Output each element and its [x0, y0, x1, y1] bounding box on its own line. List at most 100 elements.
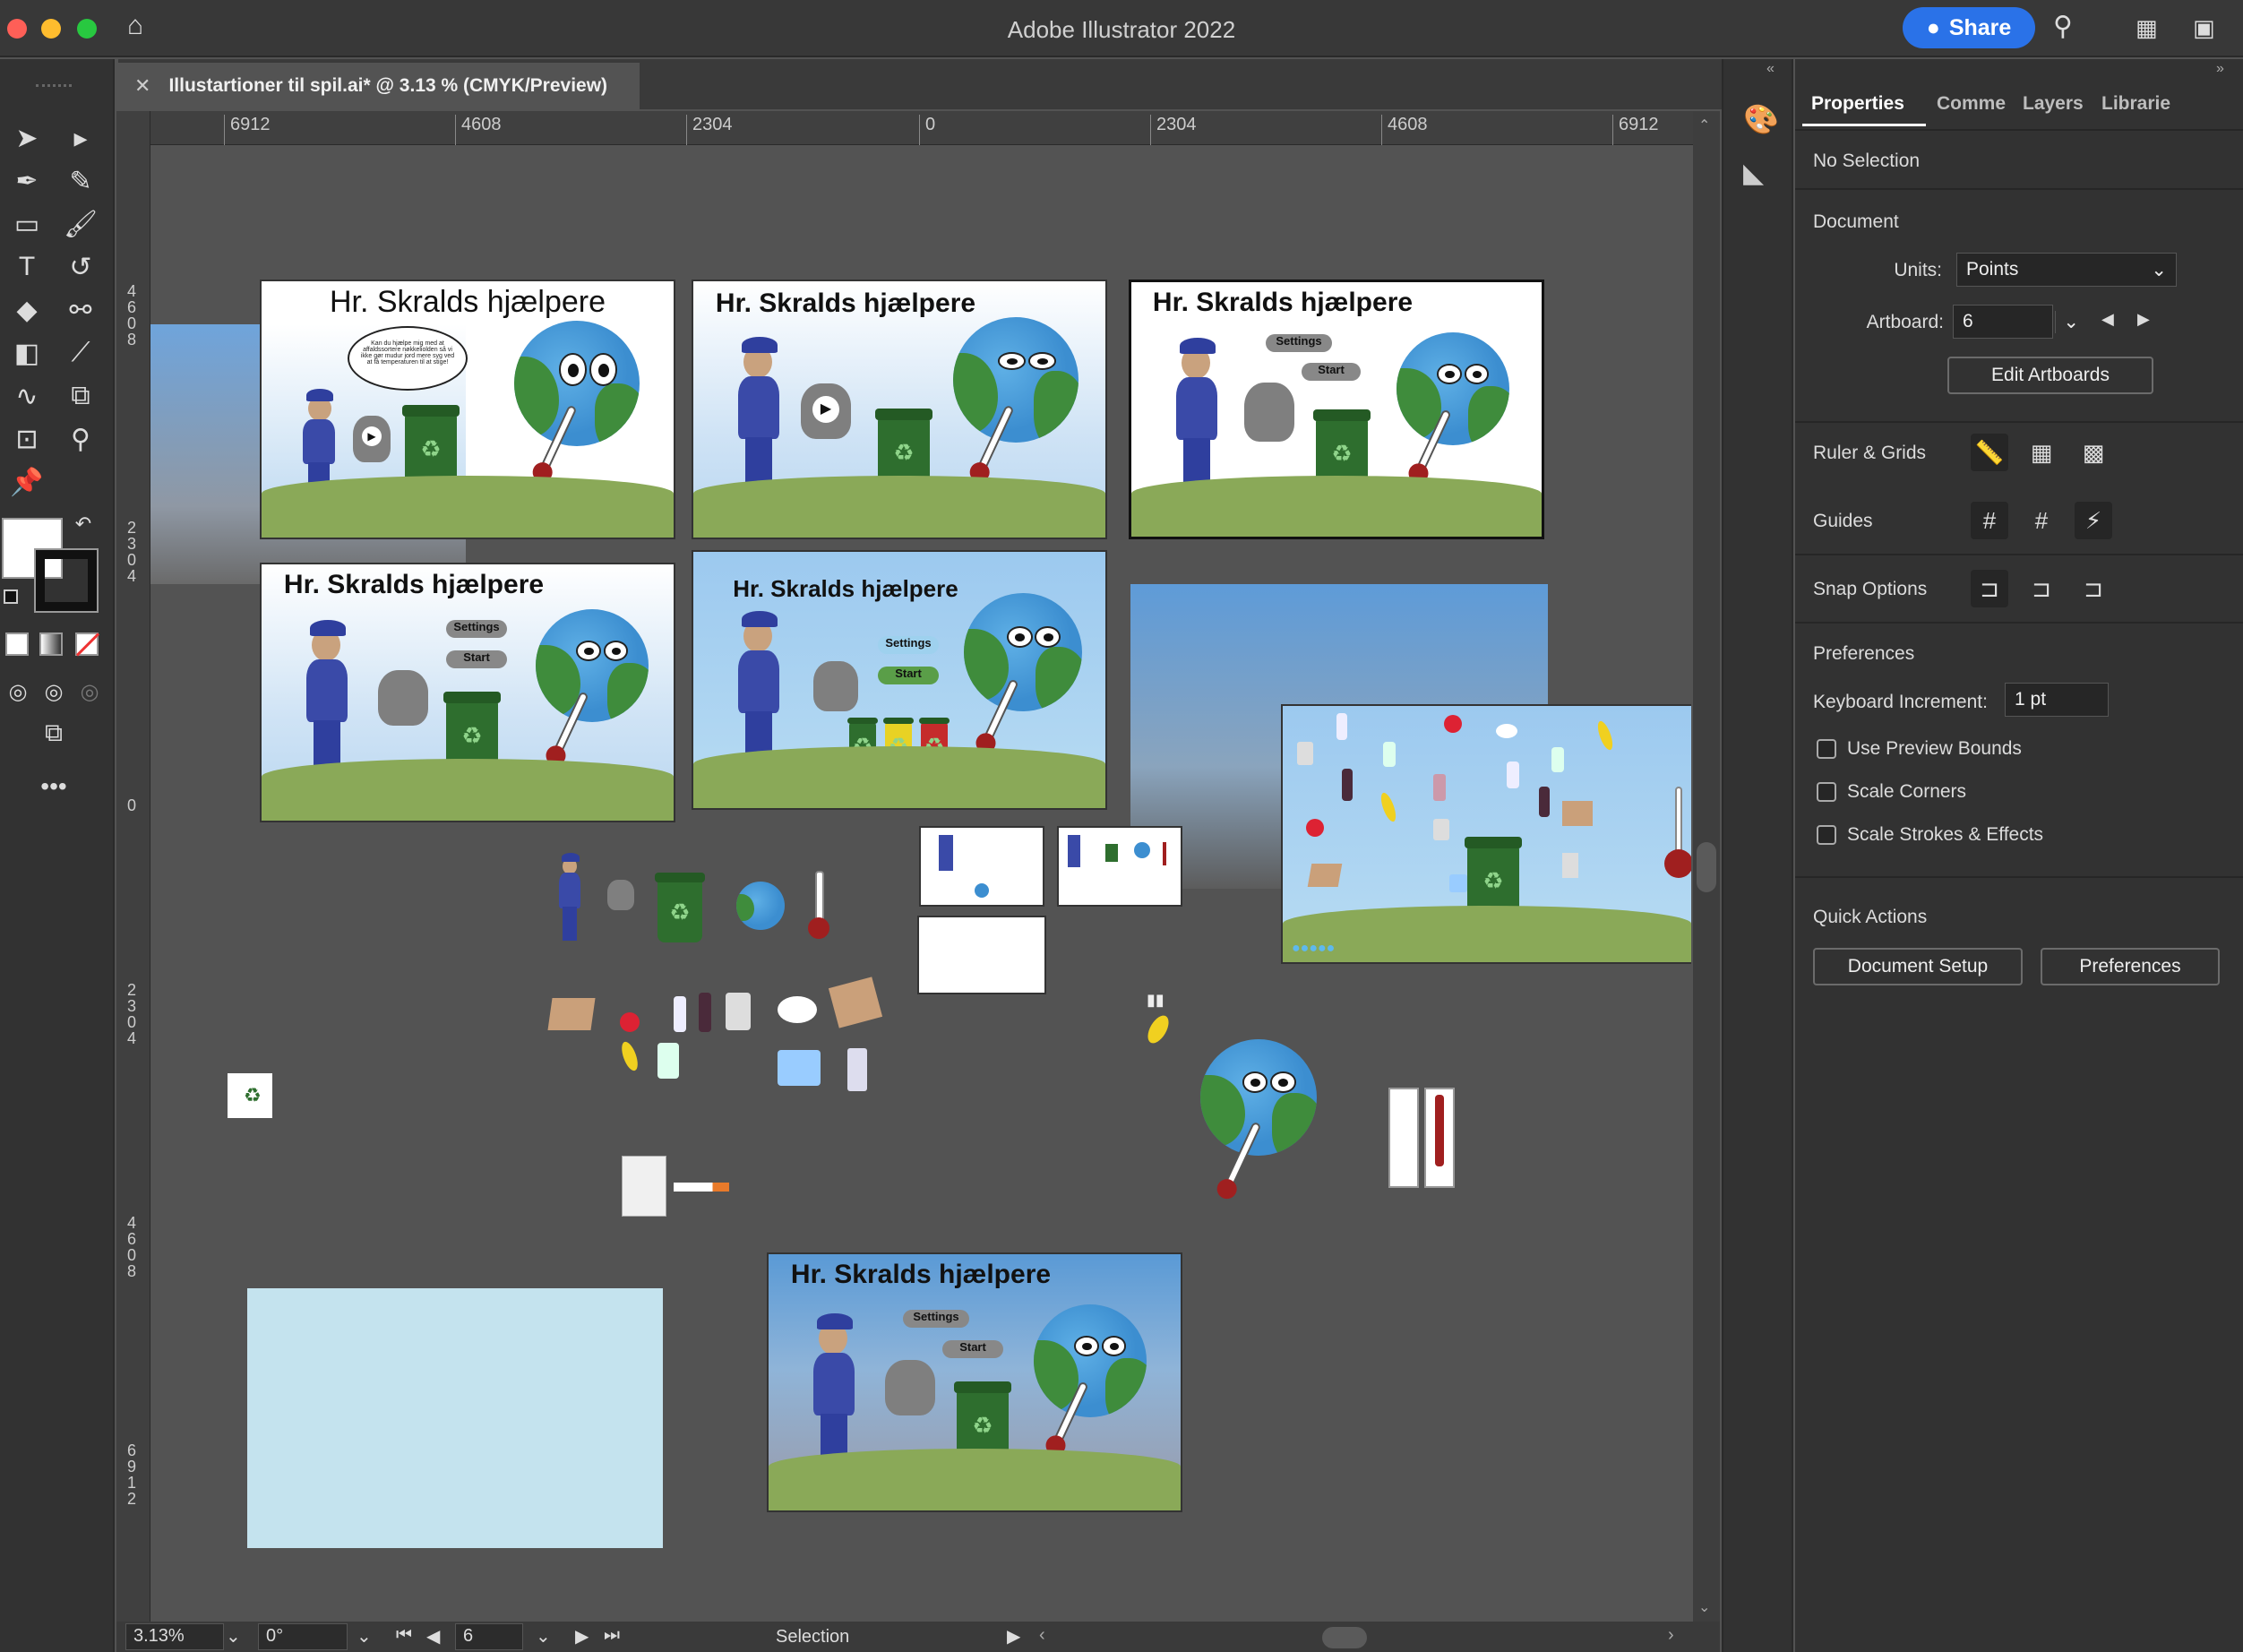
- zoom-dropdown-icon[interactable]: ⌄: [226, 1625, 241, 1648]
- rotation-field[interactable]: 0°: [258, 1623, 348, 1650]
- color-mode-icon[interactable]: [5, 632, 29, 656]
- curvature-tool-icon[interactable]: ✎: [61, 161, 100, 201]
- lock-guides-icon[interactable]: #: [2023, 502, 2060, 539]
- light-blue-rectangle[interactable]: [247, 1288, 663, 1548]
- scale-corners-checkbox[interactable]: Scale Corners: [1817, 781, 1966, 803]
- last-artboard-icon[interactable]: ⏭: [604, 1625, 620, 1646]
- rotate-tool-icon[interactable]: ↺: [61, 247, 100, 287]
- eraser-tool-icon[interactable]: ◆: [7, 290, 47, 330]
- artboard-1[interactable]: Hr. Skralds hjælpere Kan du hjælpe mig m…: [260, 280, 675, 539]
- units-dropdown[interactable]: Points ⌄: [1956, 253, 2177, 287]
- grid-icon[interactable]: ▦: [2023, 434, 2060, 471]
- paintbrush-tool-icon[interactable]: 🖌: [61, 204, 100, 244]
- selection-tool-icon[interactable]: ➤: [7, 118, 47, 158]
- artboard-3-active[interactable]: Hr. Skralds hjælpere Settings Start: [1129, 280, 1544, 539]
- more-tools-icon[interactable]: •••: [34, 767, 73, 806]
- scroll-left-icon[interactable]: ‹: [1039, 1625, 1045, 1646]
- spray-bottle-asset[interactable]: [657, 1043, 679, 1079]
- milk-carton-asset[interactable]: [847, 1048, 867, 1091]
- can-asset[interactable]: [726, 993, 751, 1030]
- pizza-box-asset[interactable]: [828, 977, 883, 1028]
- scroll-up-icon[interactable]: ⌃: [1698, 116, 1710, 134]
- thermometer-full-asset[interactable]: [1424, 1088, 1455, 1188]
- tab-libraries[interactable]: Librarie: [2101, 93, 2170, 115]
- previous-artboard-icon[interactable]: ◀: [426, 1625, 440, 1648]
- ruler-icon[interactable]: 📏: [1971, 434, 2008, 471]
- close-tab-icon[interactable]: ✕: [134, 74, 150, 98]
- diaper-asset[interactable]: [778, 1050, 821, 1086]
- banana-peel-asset[interactable]: [1143, 1011, 1173, 1047]
- collapse-panel-icon[interactable]: »: [2216, 61, 2224, 77]
- document-setup-button[interactable]: Document Setup: [1813, 948, 2023, 985]
- paper-asset[interactable]: [622, 1156, 666, 1217]
- scroll-right-icon[interactable]: ›: [1668, 1625, 1674, 1646]
- draw-inside-icon[interactable]: ◎: [72, 674, 107, 710]
- thumbnail-artboard[interactable]: [919, 826, 1044, 907]
- stroke-swatch[interactable]: [34, 548, 99, 613]
- share-button[interactable]: ● Share: [1903, 7, 2035, 48]
- cigarette-asset[interactable]: [674, 1183, 729, 1192]
- artboard-dropdown-icon[interactable]: ⌄: [536, 1625, 551, 1648]
- thumbnail-artboard[interactable]: [1057, 826, 1182, 907]
- next-artboard-icon[interactable]: ▶: [2137, 310, 2150, 329]
- previous-artboard-icon[interactable]: ◀: [2101, 310, 2114, 329]
- color-palette-icon[interactable]: 🎨: [1743, 102, 1779, 136]
- show-guides-icon[interactable]: #: [1971, 502, 2008, 539]
- shape-builder-tool-icon[interactable]: ⧉: [61, 376, 100, 416]
- gradient-tool-icon[interactable]: ◧: [7, 333, 47, 373]
- bottle-asset[interactable]: [674, 996, 686, 1032]
- rotation-dropdown-icon[interactable]: ⌄: [357, 1625, 372, 1648]
- artboard-6[interactable]: Hr. Skralds hjælpere Settings Start: [767, 1252, 1182, 1512]
- scale-strokes-effects-checkbox[interactable]: Scale Strokes & Effects: [1817, 824, 2043, 846]
- recycle-sticker-asset[interactable]: ♻: [228, 1073, 272, 1118]
- thermometer-bulb-asset[interactable]: [808, 917, 829, 939]
- gradient-panel-icon[interactable]: ◣: [1743, 158, 1764, 189]
- eyedropper-tool-icon[interactable]: ⟋: [61, 333, 100, 373]
- horizontal-ruler[interactable]: 6912 4608 2304 0 2304 4608 6912: [150, 111, 1693, 145]
- scroll-down-icon[interactable]: ⌄: [1698, 1598, 1710, 1616]
- first-artboard-icon[interactable]: ⏮: [396, 1625, 412, 1646]
- artboard-number-field[interactable]: 6: [455, 1623, 523, 1650]
- trash-bag-asset[interactable]: [607, 880, 634, 910]
- smart-guides-icon[interactable]: ⚡: [2075, 502, 2112, 539]
- earth-large-asset[interactable]: [1200, 1039, 1317, 1156]
- collapse-panels-icon[interactable]: «: [1766, 61, 1775, 77]
- artboard-5[interactable]: Hr. Skralds hjælpere Settings Start: [692, 550, 1107, 810]
- arrange-documents-icon[interactable]: ▣: [2193, 14, 2215, 42]
- pen-tool-icon[interactable]: ✒: [7, 161, 47, 201]
- earth-asset[interactable]: [736, 882, 785, 930]
- snap-to-grid-icon[interactable]: ⊐: [2023, 570, 2060, 607]
- edit-artboards-button[interactable]: Edit Artboards: [1947, 357, 2153, 394]
- draw-normal-icon[interactable]: ◎: [0, 674, 36, 710]
- blank-artboard[interactable]: [917, 916, 1046, 994]
- document-tab[interactable]: ✕ Illustartioner til spil.ai* @ 3.13 % (…: [118, 63, 640, 109]
- wine-bottle-asset[interactable]: [699, 993, 711, 1032]
- direct-selection-tool-icon[interactable]: ▸: [61, 118, 100, 158]
- pin-tool-icon[interactable]: 📌: [7, 462, 47, 502]
- artboard-tool-icon[interactable]: ⊡: [7, 419, 47, 459]
- thermometer-scale-asset[interactable]: [1388, 1088, 1419, 1188]
- recycling-bin-asset[interactable]: [655, 872, 705, 942]
- keyboard-increment-input[interactable]: 1 pt: [2005, 683, 2109, 717]
- snap-to-point-icon[interactable]: ⊐: [1971, 570, 2008, 607]
- tab-properties[interactable]: Properties: [1811, 93, 1904, 115]
- zoom-field[interactable]: 3.13%: [125, 1623, 224, 1650]
- game-artboard[interactable]: ●●●●●: [1281, 704, 1691, 964]
- width-tool-icon[interactable]: ⚯: [61, 290, 100, 330]
- toolbar-grip[interactable]: [36, 84, 72, 87]
- tab-layers[interactable]: Layers: [2023, 93, 2084, 115]
- vertical-ruler[interactable]: 4608 2304 0 2304 4608 6912: [116, 111, 150, 1622]
- transparency-grid-icon[interactable]: ▩: [2075, 434, 2112, 471]
- apple-asset[interactable]: [620, 1012, 640, 1032]
- next-artboard-icon[interactable]: ▶: [575, 1625, 589, 1648]
- sanitary-pad-asset[interactable]: [778, 996, 817, 1023]
- draw-behind-icon[interactable]: ◎: [36, 674, 72, 710]
- banana-asset[interactable]: [618, 1039, 641, 1073]
- status-menu-icon[interactable]: ▶: [1007, 1625, 1020, 1648]
- gradient-mode-icon[interactable]: [39, 632, 63, 656]
- snap-to-pixel-icon[interactable]: ⊐: [2075, 570, 2112, 607]
- search-icon[interactable]: ⚲: [2053, 11, 2073, 42]
- zoom-tool-icon[interactable]: ⚲: [61, 419, 100, 459]
- vertical-scroll-thumb[interactable]: [1697, 842, 1716, 892]
- type-tool-icon[interactable]: T: [7, 247, 47, 287]
